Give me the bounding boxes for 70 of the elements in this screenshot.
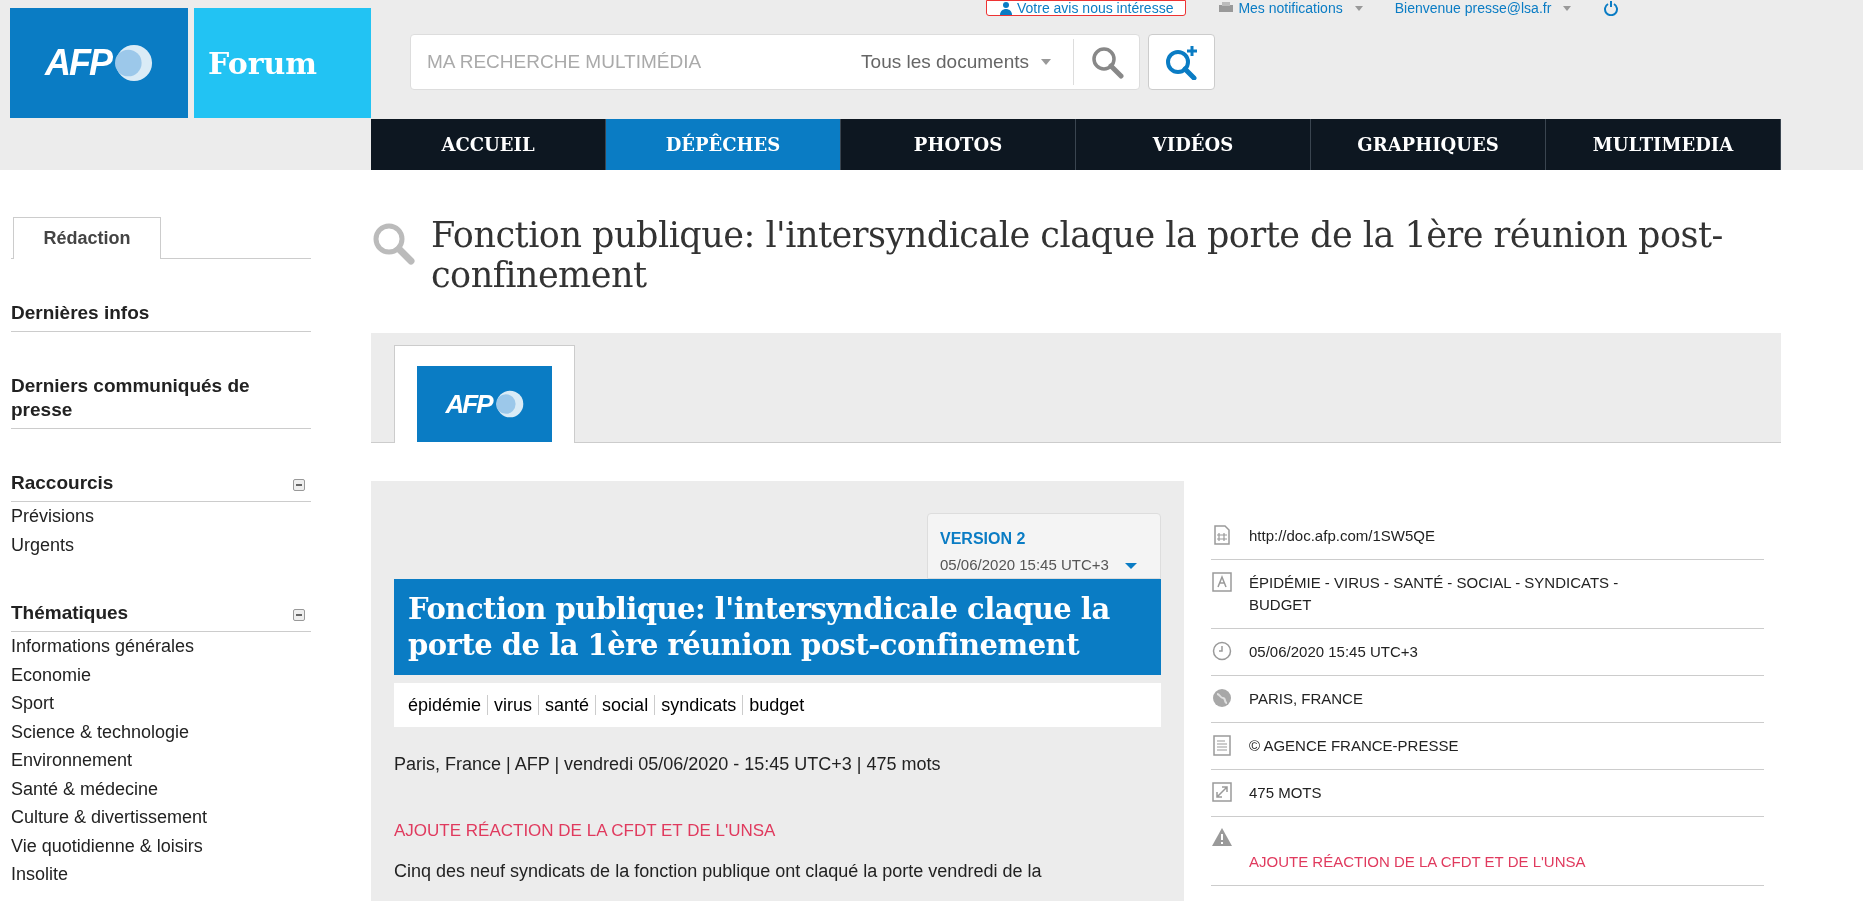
meta-text: 05/06/2020 15:45 UTC+3 <box>1249 642 1419 662</box>
advanced-search-button[interactable] <box>1148 34 1215 90</box>
sidebar-link[interactable]: Vie quotidienne & loisirs <box>11 831 311 860</box>
section-heading[interactable]: Derniers communiqués de presse <box>11 374 311 422</box>
nav-tab[interactable]: DÉPÊCHES <box>606 119 841 170</box>
page-title: Fonction publique: l'intersyndicale claque la porte de la 1ère réunion post-confinement <box>431 215 1724 295</box>
section-heading[interactable]: Thématiques <box>11 601 129 625</box>
section-heading[interactable]: Dernières infos <box>11 301 150 325</box>
tag-link[interactable]: virus <box>494 691 533 719</box>
nav-tab[interactable]: MULTIMEDIA <box>1546 119 1781 170</box>
caret-icon <box>1354 5 1363 11</box>
tag-link[interactable]: santé <box>545 691 590 719</box>
nav-tab[interactable]: PHOTOS <box>841 119 1076 170</box>
sidebar-link[interactable]: Santé & médecine <box>11 774 311 803</box>
warning-icon <box>1211 827 1233 847</box>
tag-link[interactable]: épidémie <box>408 691 482 719</box>
globe-icon <box>115 44 153 82</box>
meta-text: PARIS, FRANCE <box>1249 689 1364 709</box>
hash-document-icon <box>1213 525 1231 545</box>
sidebar-link[interactable]: Prévisions <box>11 502 311 531</box>
afp-logo[interactable]: AFP <box>10 8 188 118</box>
sidebar-tab[interactable]: Rédaction <box>13 217 161 259</box>
article-headline: Fonction publique: l'intersyndicale claque la porte de la 1ère réunion post-confinement <box>394 579 1161 675</box>
search-input[interactable]: MA RECHERCHE MULTIMÉDIA <box>411 47 862 77</box>
byline: Paris, France | AFP | vendredi 05/06/2020 - 15:45 UTC+3 | 475 mots <box>394 753 942 776</box>
globe-icon <box>1212 688 1232 708</box>
sidebar-link[interactable]: Science & technologie <box>11 717 311 746</box>
version-selector[interactable]: VERSION 2 05/06/2020 15:45 UTC+3 <box>927 513 1161 579</box>
tag-link[interactable]: social <box>602 691 649 719</box>
nav-tab[interactable]: ACCUEIL <box>371 119 606 170</box>
meta-text: ÉPIDÉMIE - VIRUS - SANTÉ - SOCIAL - SYNDICATS - BUDGET <box>1249 573 1620 615</box>
resize-icon <box>1212 782 1232 802</box>
search-plus-icon <box>1163 44 1200 80</box>
top-link[interactable]: Bienvenue presse@lsa.fr <box>1394 1 1572 15</box>
feedback-button[interactable]: Votre avis nous intéresse <box>986 0 1187 16</box>
section-heading[interactable]: Raccourcis <box>11 471 114 495</box>
caret-icon <box>1563 5 1572 11</box>
sidebar-link[interactable]: Economie <box>11 660 311 689</box>
meta-text: AJOUTE RÉACTION DE LA CFDT ET DE L'UNSA <box>1249 852 1587 872</box>
search-field[interactable]: MA RECHERCHE MULTIMÉDIA Tous les documents <box>410 34 1140 90</box>
top-link[interactable]: Mes notifications <box>1218 1 1363 15</box>
tag-link[interactable]: budget <box>749 691 805 719</box>
scope-dropdown[interactable]: Tous les documents <box>861 47 1073 77</box>
update-note: AJOUTE RÉACTION DE LA CFDT ET DE L'UNSA <box>394 820 777 842</box>
power-icon[interactable] <box>1603 0 1620 16</box>
collapse-icon[interactable] <box>293 479 305 491</box>
nav-tab[interactable]: GRAPHIQUES <box>1311 119 1546 170</box>
sidebar-link[interactable]: Urgents <box>11 530 311 559</box>
sidebar-link[interactable]: Culture & divertissement <box>11 803 311 832</box>
meta-text: 475 MOTS <box>1249 783 1323 803</box>
meta-text: © AGENCE FRANCE-PRESSE <box>1249 736 1460 756</box>
document-link[interactable]: http://doc.afp.com/1SW5QE <box>1249 525 1669 547</box>
afp-logo[interactable]: AFP <box>417 366 552 442</box>
person-icon <box>999 1 1013 15</box>
search-icon <box>371 221 415 265</box>
sidebar-link[interactable]: Informations générales <box>11 632 311 661</box>
search-icon <box>1089 45 1124 79</box>
clock-icon <box>1212 641 1232 661</box>
printer-icon <box>1218 1 1235 15</box>
sidebar-link[interactable]: Environnement <box>11 746 311 775</box>
tag-link[interactable]: syndicats <box>661 691 737 719</box>
document-icon <box>1213 735 1231 756</box>
nav-tab[interactable]: VIDÉOS <box>1076 119 1311 170</box>
letter-a-icon <box>1212 572 1232 592</box>
globe-icon <box>495 390 524 418</box>
sidebar-link[interactable]: Sport <box>11 689 311 718</box>
sidebar-link[interactable]: Insolite <box>11 860 311 889</box>
source-tab[interactable]: AFP <box>394 345 575 443</box>
article-body: Cinq des neuf syndicats de la fonction publique ont claqué la porte vendredi de la <box>394 859 1043 883</box>
collapse-icon[interactable] <box>293 609 305 621</box>
